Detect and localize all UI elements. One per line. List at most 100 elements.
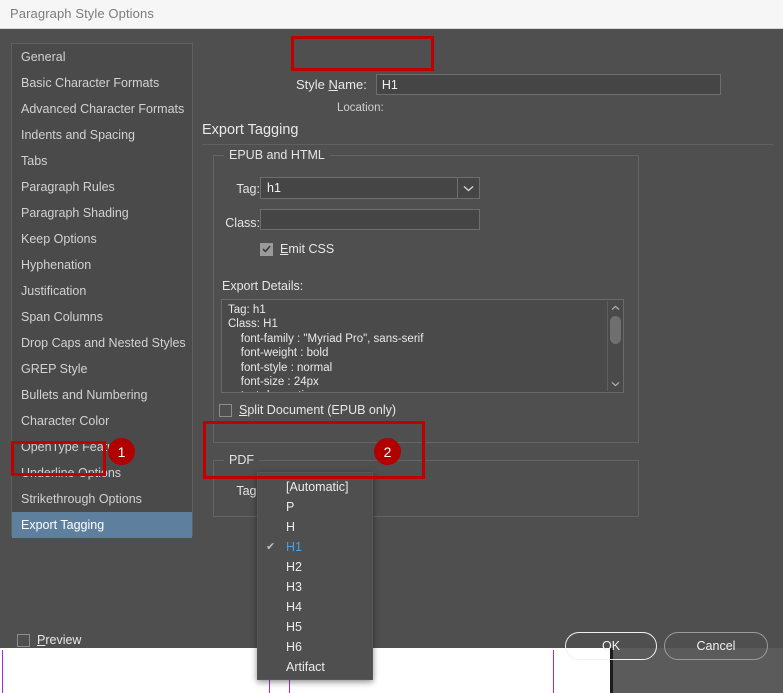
epub-tag-combo[interactable]: h1 xyxy=(260,177,480,199)
dropdown-option-label: P xyxy=(286,500,295,514)
column-guide xyxy=(553,650,554,693)
pdf-tag-dropdown-list[interactable]: [Automatic] P H ✔ H1 H2 H3 H4 H5 H6 Artifact xyxy=(257,472,373,680)
sidebar-item-export-tagging[interactable]: Export Tagging xyxy=(12,512,192,538)
dropdown-option-label: H1 xyxy=(286,540,302,554)
sidebar-item-bullets-and-numbering[interactable]: Bullets and Numbering xyxy=(12,382,192,408)
sidebar-item-label: Indents and Spacing xyxy=(21,128,135,142)
dropdown-option-label: H4 xyxy=(286,600,302,614)
sidebar-item-label: Keep Options xyxy=(21,232,97,246)
dropdown-option-h[interactable]: H xyxy=(258,517,372,537)
sidebar-item-opentype-features[interactable]: OpenType Features xyxy=(12,434,192,460)
dialog-title: Paragraph Style Options xyxy=(10,6,154,21)
sidebar-item-label: Bullets and Numbering xyxy=(21,388,148,402)
epub-tag-value: h1 xyxy=(267,181,281,195)
export-details-box[interactable]: Tag: h1 Class: H1 font-family : "Myriad … xyxy=(221,299,624,393)
scroll-down-icon[interactable] xyxy=(608,378,623,390)
style-name-input[interactable] xyxy=(375,74,721,95)
sidebar-item-label: GREP Style xyxy=(21,362,88,376)
sidebar-item-drop-caps-and-nested-styles[interactable]: Drop Caps and Nested Styles xyxy=(12,330,192,356)
dialog-title-bar: Paragraph Style Options xyxy=(0,0,783,29)
dropdown-option-label: H xyxy=(286,520,296,534)
dropdown-option-label: H3 xyxy=(286,580,302,594)
export-details-label: Export Details: xyxy=(222,279,304,293)
dropdown-option-h3[interactable]: H3 xyxy=(258,577,372,597)
sidebar-item-justification[interactable]: Justification xyxy=(12,278,192,304)
sidebar-item-indents-and-spacing[interactable]: Indents and Spacing xyxy=(12,122,192,148)
split-document-label: Split Document (EPUB only) xyxy=(239,403,397,417)
sidebar-item-tabs[interactable]: Tabs xyxy=(12,148,192,174)
sidebar-item-label: Strikethrough Options xyxy=(21,492,142,506)
dropdown-option-h6[interactable]: H6 xyxy=(258,637,372,657)
dropdown-option-h1[interactable]: ✔ H1 xyxy=(258,537,372,557)
sidebar-item-basic-character-formats[interactable]: Basic Character Formats xyxy=(12,70,192,96)
pdf-tag-label: Tag: xyxy=(236,484,260,498)
sidebar-item-label: General xyxy=(21,50,66,64)
sidebar-item-label: Tabs xyxy=(21,154,48,168)
sidebar-item-label: Export Tagging xyxy=(21,518,105,532)
sidebar-item-label: Drop Caps and Nested Styles xyxy=(21,336,186,350)
sidebar-item-strikethrough-options[interactable]: Strikethrough Options xyxy=(12,486,192,512)
dropdown-option-label: Artifact xyxy=(286,660,325,674)
sidebar-item-paragraph-rules[interactable]: Paragraph Rules xyxy=(12,174,192,200)
emit-css-label: Emit CSS xyxy=(280,242,335,256)
scroll-up-icon[interactable] xyxy=(608,302,623,314)
preview-label: Preview xyxy=(37,633,82,647)
sidebar-item-label: Justification xyxy=(21,284,87,298)
sidebar-item-underline-options[interactable]: Underline Options xyxy=(12,460,192,486)
export-details-scrollbar[interactable] xyxy=(607,301,622,391)
sidebar-item-paragraph-shading[interactable]: Paragraph Shading xyxy=(12,200,192,226)
sidebar-item-advanced-character-formats[interactable]: Advanced Character Formats xyxy=(12,96,192,122)
category-sidebar[interactable]: General Basic Character Formats Advanced C… xyxy=(11,43,193,538)
sidebar-item-keep-options[interactable]: Keep Options xyxy=(12,226,192,252)
annotation-badge-2: 2 xyxy=(374,438,401,465)
page-title: Export Tagging xyxy=(202,122,299,138)
sidebar-item-span-columns[interactable]: Span Columns xyxy=(12,304,192,330)
column-guide xyxy=(2,650,3,693)
split-document-checkbox[interactable] xyxy=(219,403,232,417)
preview-row[interactable]: Preview xyxy=(17,633,81,647)
dropdown-option-label: H6 xyxy=(286,640,302,654)
epub-html-legend: EPUB and HTML xyxy=(224,148,330,162)
sidebar-item-label: Paragraph Shading xyxy=(21,206,129,220)
sidebar-item-character-color[interactable]: Character Color xyxy=(12,408,192,434)
sidebar-item-label: Underline Options xyxy=(21,466,122,480)
title-divider xyxy=(202,144,773,145)
dropdown-option-artifact[interactable]: Artifact xyxy=(258,657,372,677)
annotation-badge-1: 1 xyxy=(108,438,135,465)
screen: Paragraph Style Options General Basic Cha… xyxy=(0,0,783,693)
export-details-text: Tag: h1 Class: H1 font-family : "Myriad … xyxy=(228,304,424,392)
preview-checkbox[interactable] xyxy=(17,633,30,647)
paragraph-style-options-dialog: General Basic Character Formats Advanced C… xyxy=(0,29,783,660)
style-name-row: Style Name: xyxy=(296,74,721,95)
style-name-label: Style Name: xyxy=(296,77,367,92)
cancel-button[interactable]: Cancel xyxy=(664,632,768,660)
scrollbar-thumb[interactable] xyxy=(610,316,621,344)
ok-button[interactable]: OK xyxy=(565,632,657,660)
dropdown-option-label: H2 xyxy=(286,560,302,574)
emit-css-checkbox[interactable] xyxy=(260,242,273,256)
sidebar-item-grep-style[interactable]: GREP Style xyxy=(12,356,192,382)
check-icon: ✔ xyxy=(266,541,276,553)
epub-class-input[interactable] xyxy=(260,209,480,230)
dropdown-option-label: [Automatic] xyxy=(286,480,349,494)
sidebar-item-label: Basic Character Formats xyxy=(21,76,160,90)
dropdown-option-h5[interactable]: H5 xyxy=(258,617,372,637)
sidebar-item-hyphenation[interactable]: Hyphenation xyxy=(12,252,192,278)
dropdown-option-p[interactable]: P xyxy=(258,497,372,517)
sidebar-item-label: Hyphenation xyxy=(21,258,92,272)
epub-class-label: Class: xyxy=(225,216,260,230)
chevron-down-icon[interactable] xyxy=(457,178,479,198)
emit-css-row[interactable]: Emit CSS xyxy=(260,242,334,256)
sidebar-item-label: Span Columns xyxy=(21,310,103,324)
sidebar-item-label: Character Color xyxy=(21,414,110,428)
sidebar-item-label: Advanced Character Formats xyxy=(21,102,185,116)
dropdown-option--automatic-[interactable]: [Automatic] xyxy=(258,477,372,497)
sidebar-item-label: Paragraph Rules xyxy=(21,180,115,194)
location-label: Location: xyxy=(337,102,384,114)
split-document-row[interactable]: Split Document (EPUB only) xyxy=(219,403,396,417)
pdf-legend: PDF xyxy=(224,453,259,467)
dropdown-option-h2[interactable]: H2 xyxy=(258,557,372,577)
sidebar-item-general[interactable]: General xyxy=(12,44,192,70)
dropdown-option-h4[interactable]: H4 xyxy=(258,597,372,617)
epub-tag-label: Tag: xyxy=(236,182,260,196)
